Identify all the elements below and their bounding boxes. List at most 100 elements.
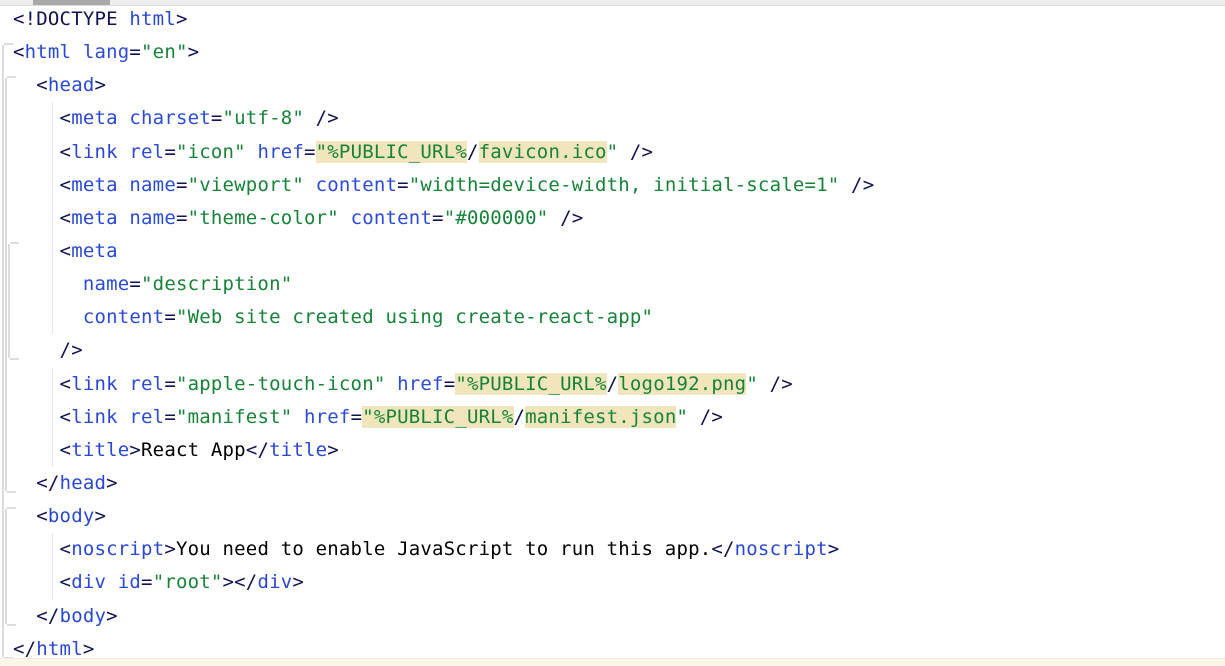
code-token: "utf-8"	[223, 107, 304, 129]
code-token: title	[71, 439, 129, 461]
code-token: />	[839, 174, 874, 196]
code-token: =	[351, 406, 363, 428]
code-token: >	[327, 439, 339, 461]
code-token: "viewport"	[188, 174, 304, 196]
code-token: href	[397, 373, 444, 395]
code-token: rel	[129, 141, 164, 163]
highlighted-token: logo192.png	[618, 373, 746, 395]
code-line-3: <head>	[13, 69, 874, 102]
code-token: =	[164, 141, 176, 163]
code-token: </	[13, 605, 60, 627]
code-token: =	[444, 373, 456, 395]
code-token: <	[13, 571, 71, 593]
code-token: />	[618, 141, 653, 163]
code-token: /	[467, 141, 479, 163]
code-token: content	[83, 306, 164, 328]
code-token: /	[607, 373, 619, 395]
code-token: href	[304, 406, 351, 428]
code-token: "en"	[141, 41, 188, 63]
code-token: <	[13, 174, 71, 196]
code-token: >	[106, 605, 118, 627]
code-line-2: <html lang="en">	[13, 36, 874, 69]
code-token	[118, 373, 130, 395]
code-line-18: <div id="root"></div>	[13, 566, 874, 599]
code-token: "manifest"	[176, 406, 292, 428]
fold-marker[interactable]	[2, 45, 4, 657]
code-token: =	[432, 207, 444, 229]
code-token: </	[711, 538, 734, 560]
code-token: />	[758, 373, 793, 395]
code-token	[339, 207, 351, 229]
code-token: <	[13, 439, 71, 461]
code-line-19: </body>	[13, 600, 874, 633]
code-token: >	[94, 74, 106, 96]
code-line-9: name="description"	[13, 268, 874, 301]
code-token: /	[514, 406, 526, 428]
code-token: "apple-touch-icon"	[176, 373, 386, 395]
code-token: >	[83, 638, 95, 660]
code-token: =	[397, 174, 409, 196]
code-token: />	[13, 339, 83, 361]
code-token: >	[164, 538, 176, 560]
code-token: href	[257, 141, 304, 163]
code-token: =	[129, 41, 141, 63]
code-token: =	[176, 207, 188, 229]
code-token: =	[164, 373, 176, 395]
code-token	[246, 141, 258, 163]
code-token	[13, 306, 83, 328]
code-token	[118, 107, 130, 129]
code-editor[interactable]: <!DOCTYPE html><html lang="en"> <head> <…	[0, 0, 1225, 666]
code-line-13: <link rel="manifest" href="%PUBLIC_URL%/…	[13, 401, 874, 434]
code-token: >	[292, 571, 304, 593]
code-token: name	[83, 273, 130, 295]
horizontal-scrollbar-thumb[interactable]	[33, 0, 110, 5]
code-token: >	[106, 472, 118, 494]
code-token: "root"	[153, 571, 223, 593]
code-line-16: <body>	[13, 500, 874, 533]
code-token: meta	[71, 240, 118, 262]
fold-marker[interactable]	[5, 509, 7, 623]
fold-marker[interactable]	[5, 78, 7, 491]
highlighted-token: "%PUBLIC_URL%	[455, 373, 606, 395]
code-token: <	[13, 373, 71, 395]
code-token: =	[176, 174, 188, 196]
highlighted-token: favicon.ico	[479, 141, 607, 163]
code-token: />	[304, 107, 339, 129]
code-token: <	[13, 505, 48, 527]
code-token: <	[13, 107, 71, 129]
code-token: />	[548, 207, 583, 229]
code-token: =	[304, 141, 316, 163]
code-token	[118, 406, 130, 428]
code-token: <	[13, 41, 25, 63]
code-token: meta	[71, 107, 118, 129]
code-line-10: content="Web site created using create-r…	[13, 301, 874, 334]
code-token: <	[13, 240, 71, 262]
code-token: lang	[83, 41, 130, 63]
code-token: "theme-color"	[188, 207, 339, 229]
fold-marker[interactable]	[8, 244, 10, 358]
code-token: "icon"	[176, 141, 246, 163]
code-text-area[interactable]: <!DOCTYPE html><html lang="en"> <head> <…	[13, 3, 874, 666]
code-token: "width=device-width, initial-scale=1"	[409, 174, 840, 196]
code-line-15: </head>	[13, 467, 874, 500]
code-token: <	[13, 406, 71, 428]
code-token: name	[129, 174, 176, 196]
code-token: >	[828, 538, 840, 560]
code-token: "description"	[141, 273, 292, 295]
code-token: noscript	[71, 538, 164, 560]
code-token: </	[246, 439, 269, 461]
code-line-4: <meta charset="utf-8" />	[13, 102, 874, 135]
code-token	[106, 571, 118, 593]
code-token: "	[746, 373, 758, 395]
code-token: div	[257, 571, 292, 593]
code-token	[118, 207, 130, 229]
code-token: ></	[223, 571, 258, 593]
code-token: head	[48, 74, 95, 96]
code-token: div	[71, 571, 106, 593]
horizontal-scrollbar-track[interactable]	[0, 0, 1225, 6]
highlighted-token: "%PUBLIC_URL%	[362, 406, 513, 428]
code-token: "	[607, 141, 619, 163]
code-line-14: <title>React App</title>	[13, 434, 874, 467]
code-token: rel	[129, 406, 164, 428]
highlighted-token: manifest.json	[525, 406, 676, 428]
